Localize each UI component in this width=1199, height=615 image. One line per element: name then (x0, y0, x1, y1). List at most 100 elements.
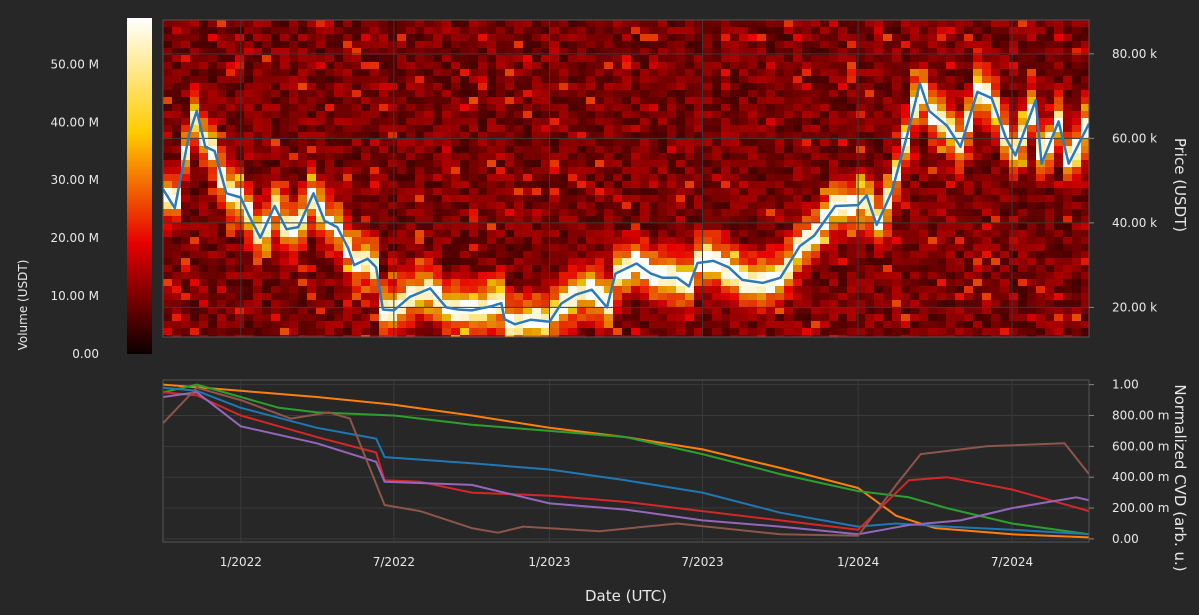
heatmap-cell (460, 55, 470, 63)
heatmap-cell (757, 153, 767, 161)
heatmap-cell (793, 216, 803, 224)
heatmap-cell (289, 174, 299, 182)
heatmap-cell (586, 76, 596, 84)
heatmap-cell (982, 251, 992, 259)
heatmap-cell (208, 251, 218, 259)
heatmap-cell (730, 216, 740, 224)
heatmap-cell (892, 34, 902, 42)
heatmap-cell (658, 104, 668, 112)
heatmap-cell (622, 300, 632, 308)
heatmap-cell (352, 97, 362, 105)
heatmap-cell (424, 279, 434, 287)
heatmap-cell (244, 139, 254, 147)
heatmap-cell (712, 181, 722, 189)
heatmap-cell (793, 69, 803, 77)
heatmap-cell (838, 48, 848, 56)
heatmap-cell (406, 202, 416, 210)
heatmap-cell (928, 76, 938, 84)
heatmap-cell (505, 279, 515, 287)
heatmap-cell (172, 48, 182, 56)
heatmap-cell (532, 251, 542, 259)
heatmap-cell (226, 258, 236, 266)
heatmap-cell (613, 244, 623, 252)
heatmap-cell (730, 258, 740, 266)
heatmap-cell (181, 209, 191, 217)
heatmap-cell (352, 223, 362, 231)
heatmap-cell (586, 328, 596, 336)
heatmap-cell (910, 272, 920, 280)
heatmap-cell (991, 314, 1001, 322)
heatmap-cell (577, 139, 587, 147)
heatmap-cell (478, 160, 488, 168)
heatmap-cell (964, 34, 974, 42)
heatmap-cell (631, 104, 641, 112)
heatmap-cell (451, 69, 461, 77)
heatmap-cell (406, 20, 416, 28)
heatmap-cell (928, 300, 938, 308)
heatmap-cell (613, 104, 623, 112)
heatmap-cell (424, 209, 434, 217)
heatmap-cell (766, 97, 776, 105)
heatmap-cell (568, 69, 578, 77)
heatmap-cell (640, 251, 650, 259)
heatmap-cell (253, 300, 263, 308)
heatmap-cell (226, 314, 236, 322)
heatmap-cell (946, 216, 956, 224)
heatmap-cell (1018, 20, 1028, 28)
heatmap-cell (253, 83, 263, 91)
heatmap-cell (1000, 34, 1010, 42)
heatmap-cell (613, 202, 623, 210)
heatmap-cell (946, 55, 956, 63)
heatmap-cell (955, 230, 965, 238)
heatmap-cell (388, 146, 398, 154)
heatmap-cell (586, 90, 596, 98)
heatmap-cell (280, 90, 290, 98)
heatmap-cell (658, 181, 668, 189)
heatmap-cell (397, 111, 407, 119)
heatmap-cell (289, 111, 299, 119)
heatmap-cell (604, 258, 614, 266)
heatmap-cell (559, 34, 569, 42)
heatmap-cell (847, 160, 857, 168)
heatmap-cell (496, 237, 506, 245)
heatmap-cell (937, 62, 947, 70)
heatmap-cell (514, 237, 524, 245)
heatmap-cell (631, 83, 641, 91)
heatmap-cell (955, 69, 965, 77)
heatmap-cell (235, 48, 245, 56)
heatmap-cell (820, 258, 830, 266)
heatmap-cell (244, 118, 254, 126)
chart-canvas: 0.00 10.00 M 20.00 M 30.00 M 40.00 M 50.00 M … (0, 0, 1199, 611)
heatmap-cell (1045, 286, 1055, 294)
heatmap-cell (190, 90, 200, 98)
heatmap-cell (433, 265, 443, 273)
heatmap-cell (784, 181, 794, 189)
heatmap-cell (1009, 307, 1019, 315)
heatmap-cell (721, 335, 731, 337)
heatmap-cell (937, 34, 947, 42)
heatmap-cell (838, 216, 848, 224)
heatmap-cell (442, 258, 452, 266)
heatmap-cell (361, 181, 371, 189)
heatmap-cell (388, 314, 398, 322)
heatmap-cell (1000, 160, 1010, 168)
heatmap-cell (937, 48, 947, 56)
heatmap-cell (370, 41, 380, 49)
heatmap-cell (262, 265, 272, 273)
heatmap-cell (271, 83, 281, 91)
heatmap-cell (1045, 62, 1055, 70)
heatmap-cell (766, 237, 776, 245)
heatmap-cell (1072, 20, 1082, 28)
heatmap-cell (685, 314, 695, 322)
heatmap-cell (946, 335, 956, 337)
heatmap-cell (307, 335, 317, 337)
heatmap-cell (991, 125, 1001, 133)
heatmap-cell (487, 188, 497, 196)
heatmap-cell (253, 251, 263, 259)
heatmap-cell (811, 195, 821, 203)
heatmap-cell (955, 279, 965, 287)
heatmap-cell (271, 300, 281, 308)
heatmap-cell (424, 307, 434, 315)
heatmap-cell (910, 307, 920, 315)
heatmap-cell (334, 314, 344, 322)
